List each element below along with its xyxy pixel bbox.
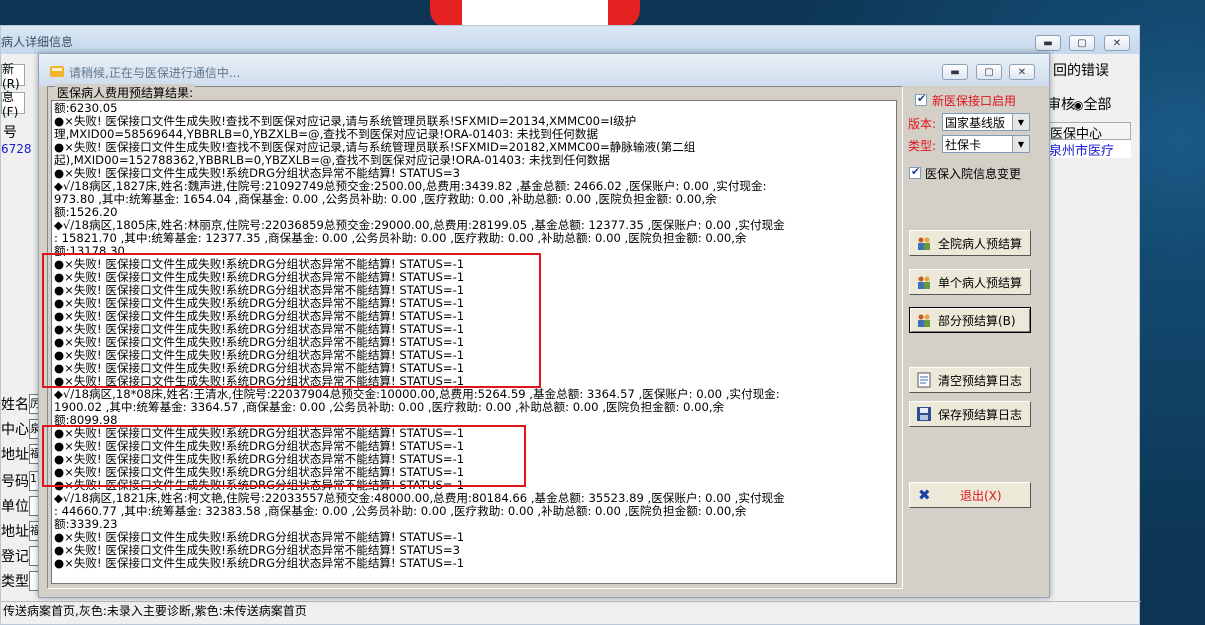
type-label: 类型: bbox=[908, 139, 937, 153]
minimize-button[interactable]: ▬ bbox=[1035, 35, 1061, 51]
top-banner-inner bbox=[462, 0, 608, 26]
patient-detail-title: 病人详细信息 bbox=[1, 35, 74, 49]
label-type: 类型 bbox=[1, 574, 29, 590]
back-new-button[interactable]: 新(R) bbox=[1, 62, 25, 91]
log-line: ●×失败! 医保接口文件生成失败!系统DRG分组状态异常不能结算! STATUS… bbox=[54, 556, 465, 570]
prepayment-dialog: 请稍候,正在与医保进行通信中... ▬ ▢ ✕ 医保病人费用预结算结果: 额:6… bbox=[38, 53, 1050, 598]
label-number: 号码 bbox=[1, 474, 29, 490]
patient-detail-titlebar: 病人详细信息 ▬ ▢ ✕ bbox=[1, 26, 1139, 54]
chevron-down-icon: ▼ bbox=[1012, 136, 1029, 152]
label-center: 中心 bbox=[1, 422, 29, 438]
save-log-button[interactable]: 保存预结算日志 bbox=[909, 401, 1031, 427]
radio-icon: ◉ bbox=[1073, 98, 1084, 112]
status-bar: 传送病案首页,灰色:未录入主要诊断,紫色:未传送病案首页 bbox=[1, 601, 1141, 619]
label-name: 姓名 bbox=[1, 397, 29, 413]
back-error-text: 回的错误 bbox=[1053, 63, 1109, 79]
back-info-button[interactable]: 息(F) bbox=[1, 90, 25, 119]
grid-cell-insurance-center[interactable]: 泉州市医疗 bbox=[1047, 140, 1131, 159]
label-register: 登记 bbox=[1, 549, 29, 565]
annotation-box-1 bbox=[42, 253, 541, 388]
back-header-number: 号 bbox=[3, 125, 17, 141]
document-icon bbox=[917, 372, 931, 388]
people-icon bbox=[918, 276, 930, 289]
close-button[interactable]: ✕ bbox=[1104, 35, 1130, 51]
all-patients-prepay-button[interactable]: 全院病人预结算 bbox=[909, 230, 1031, 256]
maximize-button[interactable]: ▢ bbox=[1069, 35, 1095, 51]
dialog-maximize-button[interactable]: ▢ bbox=[976, 64, 1002, 80]
grid-header-insurance-center: 医保中心 bbox=[1047, 122, 1131, 142]
close-icon: ✖ bbox=[918, 486, 931, 504]
annotation-box-2 bbox=[42, 425, 526, 487]
back-row-value: 6728 bbox=[1, 142, 32, 156]
single-patient-prepay-button[interactable]: 单个病人预结算 bbox=[909, 269, 1031, 295]
dialog-titlebar: 请稍候,正在与医保进行通信中... ▬ ▢ ✕ bbox=[39, 54, 1049, 86]
new-interface-label: 新医保接口启用 bbox=[932, 94, 1017, 108]
people-icon bbox=[918, 314, 930, 327]
dialog-title: 请稍候,正在与医保进行通信中... bbox=[69, 66, 241, 80]
log-line: : 44660.77 ,其中:统筹基金: 32383.58 ,商保基金: 0.0… bbox=[54, 504, 747, 518]
label-address: 地址 bbox=[1, 447, 29, 463]
radio-all[interactable]: ◉全部 bbox=[1073, 94, 1111, 114]
type-select[interactable]: 社保卡 ▼ bbox=[942, 135, 1030, 153]
label-unit: 单位 bbox=[1, 499, 29, 515]
dialog-close-button[interactable]: ✕ bbox=[1009, 64, 1035, 80]
version-select[interactable]: 国家基线版 ▼ bbox=[942, 113, 1030, 131]
people-icon bbox=[918, 237, 930, 250]
admission-change-label: 医保入院信息变更 bbox=[925, 167, 1022, 181]
exit-button[interactable]: ✖ 退出(X) bbox=[909, 482, 1031, 508]
chevron-down-icon: ▼ bbox=[1012, 114, 1029, 130]
version-label: 版本: bbox=[908, 117, 937, 131]
log-line: : 15821.70 ,其中:统筹基金: 12377.35 ,商保基金: 0.0… bbox=[54, 231, 747, 245]
log-line: 1900.02 ,其中:统筹基金: 3364.57 ,商保基金: 0.00 ,公… bbox=[54, 400, 725, 414]
right-panel: ✔ 新医保接口启用 版本: 国家基线版 ▼ 类型: 社保卡 ▼ ✔ 医保入院信息… bbox=[905, 86, 1043, 589]
back-review-text: 审核 bbox=[1047, 97, 1075, 113]
partial-prepay-button[interactable]: 部分预结算(B) bbox=[909, 307, 1031, 333]
app-icon bbox=[50, 66, 64, 77]
log-line: 973.80 ,其中:统筹基金: 1654.04 ,商保基金: 0.00 ,公务… bbox=[54, 192, 717, 206]
result-group-caption: 医保病人费用预结算结果: bbox=[55, 84, 196, 101]
new-interface-checkbox[interactable]: ✔ bbox=[915, 92, 927, 106]
admission-change-checkbox[interactable]: ✔ bbox=[909, 165, 921, 179]
clear-log-button[interactable]: 清空预结算日志 bbox=[909, 367, 1031, 393]
label-address-2: 地址 bbox=[1, 524, 29, 540]
save-icon bbox=[917, 407, 931, 421]
dialog-minimize-button[interactable]: ▬ bbox=[942, 64, 968, 80]
